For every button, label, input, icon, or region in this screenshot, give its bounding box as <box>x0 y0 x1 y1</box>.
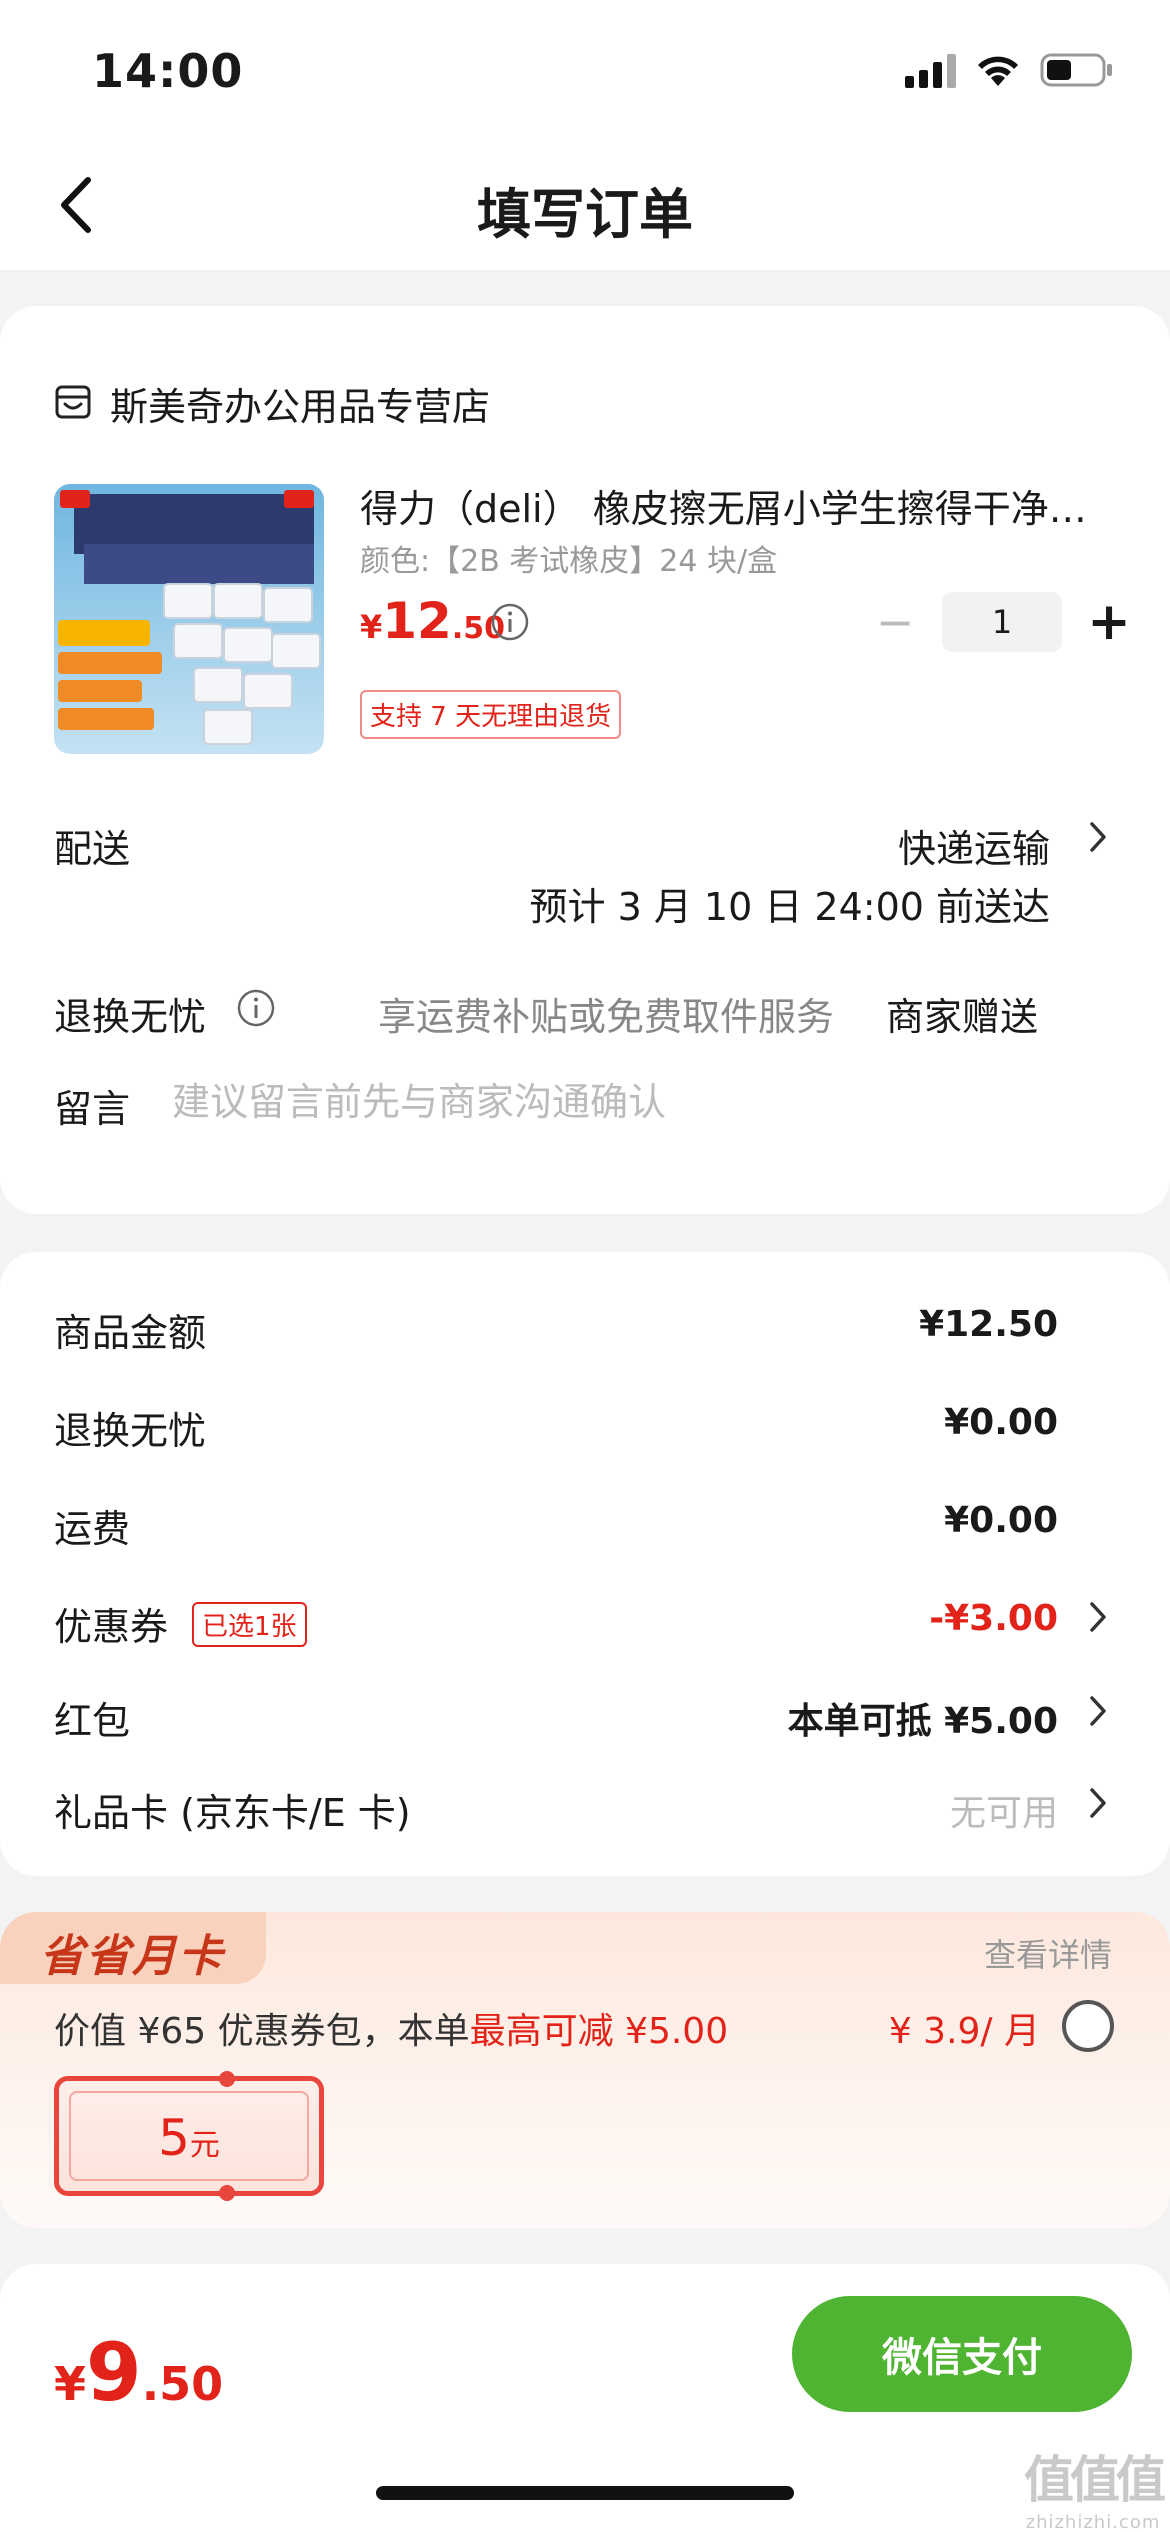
quantity-increase-button[interactable]: + <box>1084 592 1134 652</box>
home-indicator[interactable] <box>376 2486 794 2500</box>
redpack-value[interactable]: 本单可抵 ¥5.00 <box>788 1692 1058 1744</box>
voucher-amount-unit: 元 <box>189 2128 220 2163</box>
promo-price: ¥ 3.9/ 月 <box>888 2011 1040 2052</box>
service-fee-label: 退换无忧 <box>54 1409 207 1453</box>
promo-description: 价值 ¥65 优惠券包，本单最高可减 ¥5.00 <box>54 2002 728 2054</box>
product-spec[interactable]: 颜色:【2B 考试橡皮】24 块/盒 <box>360 536 777 580</box>
status-bar: 14:00 <box>0 0 1170 140</box>
redpack-value-text: 本单可抵 ¥5.00 <box>787 1701 1058 1742</box>
info-icon[interactable] <box>236 988 276 1032</box>
total-price: ¥9.50 <box>54 2326 223 2419</box>
redpack-label: 红包 <box>54 1699 131 1743</box>
service-gift: 商家赠送 <box>885 995 1038 1039</box>
promo-tag: 省省月卡 <box>0 1912 266 1984</box>
price-summary-card: 商品金额 ¥12.50 退换无忧 ¥0.00 运费 ¥0.00 优惠券 已选1张… <box>0 1252 1170 1876</box>
shop-name: 斯美奇办公用品专营店 <box>110 385 491 429</box>
price-integer: 12 <box>382 592 452 650</box>
giftcard-label: 礼品卡 (京东卡/E 卡) <box>54 1791 411 1835</box>
total-integer: 9 <box>86 2326 142 2419</box>
shipping-label: 运费 <box>54 1507 131 1551</box>
voucher-amount-number: 5 <box>158 2109 190 2167</box>
return-policy-badge: 支持 7 天无理由退货 <box>360 690 622 739</box>
price-currency: ¥ <box>360 608 383 646</box>
quantity-value[interactable]: 1 <box>942 592 1062 652</box>
nav-bar: 填写订单 <box>0 140 1170 270</box>
note-label: 留言 <box>54 1087 131 1131</box>
voucher-card: 5元 <box>54 2071 324 2201</box>
delivery-label: 配送 <box>54 827 131 871</box>
product-title[interactable]: 得力（deli） 橡皮擦无屑小学生擦得干净不留痕美术素描考试橡皮 <box>360 478 1120 533</box>
service-fee-value: ¥0.00 <box>944 1402 1058 1443</box>
shipping-value: ¥0.00 <box>944 1500 1058 1541</box>
voucher-notch <box>219 2071 235 2087</box>
signal-icon <box>905 52 956 88</box>
coupon-value[interactable]: -¥3.00 <box>929 1598 1058 1639</box>
quantity-decrease-button[interactable]: − <box>870 592 920 652</box>
service-description: 享运费补贴或免费取件服务 <box>378 995 835 1039</box>
quantity-stepper: − 1 + <box>870 592 1134 652</box>
watermark-site: zhizhizhi.com <box>1025 2512 1161 2532</box>
promo-select-radio[interactable] <box>1062 2000 1114 2052</box>
promo-desc-highlight: 最高可减 ¥5.00 <box>469 2011 729 2052</box>
monthly-card-promo: 省省月卡 查看详情 价值 ¥65 优惠券包，本单最高可减 ¥5.00 ¥ 3.9… <box>0 1912 1170 2228</box>
chevron-right-icon[interactable] <box>1088 1600 1108 1643</box>
promo-desc-prefix: 价值 ¥65 优惠券包，本单 <box>54 2011 470 2052</box>
note-input[interactable] <box>172 1080 1072 1124</box>
product-image[interactable] <box>54 484 324 754</box>
giftcard-value[interactable]: 无可用 <box>950 1784 1058 1836</box>
shop-header[interactable]: 斯美奇办公用品专营店 <box>54 376 490 431</box>
status-icons <box>905 52 1114 88</box>
chevron-right-icon[interactable] <box>1088 1786 1108 1829</box>
chevron-right-icon[interactable] <box>1088 820 1108 863</box>
order-card: 斯美奇办公用品专营店 得力（deli） 橡皮擦无屑小学生擦得干净不留 颜色:【2… <box>0 306 1170 1214</box>
promo-tag-text: 省省月卡 <box>40 1931 224 1982</box>
shop-icon <box>54 383 92 425</box>
total-currency: ¥ <box>54 2357 87 2411</box>
page-title: 填写订单 <box>477 183 693 246</box>
delivery-eta: 预计 3 月 10 日 24:00 前送达 <box>529 885 1050 929</box>
total-decimal: .50 <box>141 2357 224 2411</box>
goods-amount-value: ¥12.50 <box>919 1304 1058 1345</box>
info-icon[interactable] <box>490 602 530 646</box>
voucher-amount: 5元 <box>59 2109 319 2167</box>
product-price: ¥12.50 <box>360 592 505 650</box>
service-label: 退换无忧 <box>54 995 207 1039</box>
promo-detail-link[interactable]: 查看详情 <box>984 1930 1112 1976</box>
wechat-pay-button[interactable]: 微信支付 <box>792 2296 1132 2412</box>
watermark: 值值值 zhizhizhi.com <box>1024 2440 1166 2532</box>
voucher-notch <box>219 2185 235 2201</box>
delivery-method[interactable]: 快递运输 <box>898 818 1050 873</box>
coupon-selected-badge: 已选1张 <box>192 1602 307 1647</box>
chevron-right-icon[interactable] <box>1088 1694 1108 1737</box>
coupon-label: 优惠券 <box>54 1605 169 1649</box>
goods-amount-label: 商品金额 <box>54 1311 207 1355</box>
wifi-icon <box>974 52 1022 88</box>
status-time: 14:00 <box>92 44 244 98</box>
watermark-logo: 值值值 <box>1024 2451 1166 2509</box>
battery-icon <box>1040 52 1114 88</box>
